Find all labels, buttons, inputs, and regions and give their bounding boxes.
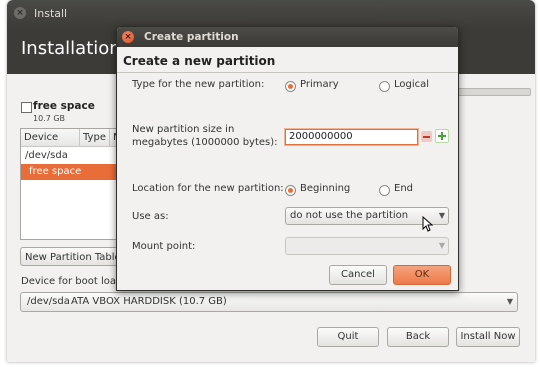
dialog-heading: Create a new partition [123, 54, 276, 68]
use-as-value: do not use the partition [290, 210, 409, 221]
column-header-type[interactable]: Type [80, 129, 110, 147]
new-partition-table-button[interactable]: New Partition Table [20, 247, 120, 266]
beginning-radio-label[interactable]: Beginning [300, 183, 350, 194]
disk-usage-bar [447, 88, 531, 96]
column-header-device[interactable]: Device [21, 129, 80, 147]
mount-point-select[interactable]: ▼ [285, 237, 449, 255]
cancel-button[interactable]: Cancel [329, 265, 387, 285]
end-radio-label[interactable]: End [394, 183, 413, 194]
primary-radio-label[interactable]: Primary [300, 79, 339, 90]
boot-device-name: ATA VBOX HARDDISK (10.7 GB) [71, 296, 227, 307]
free-space-label: free space [33, 100, 95, 112]
chevron-down-icon: ▼ [438, 211, 445, 220]
use-as-label: Use as: [132, 211, 169, 222]
back-button[interactable]: Back [387, 327, 449, 347]
dialog-title: Create partition [144, 31, 239, 43]
window-title: Install [34, 7, 68, 20]
end-radio[interactable] [379, 185, 390, 196]
free-space-size: 10.7 GB [33, 114, 66, 123]
partition-table: Device Type M /dev/sda free space [20, 128, 122, 240]
mount-point-label: Mount point: [132, 241, 196, 252]
boot-device-path: /dev/sda [27, 296, 70, 307]
size-label-line1: New partition size in [132, 124, 235, 135]
table-row[interactable]: /dev/sda [21, 148, 119, 164]
partition-size-input[interactable]: 2000000000 [285, 129, 418, 145]
boot-loader-label: Device for boot load [21, 276, 123, 287]
free-space-swatch [21, 102, 32, 113]
create-partition-dialog: × Create partition Create a new partitio… [116, 26, 459, 291]
divider [117, 72, 458, 73]
close-icon[interactable]: × [122, 31, 134, 43]
logical-radio-label[interactable]: Logical [394, 79, 429, 90]
size-label-line2: megabytes (1000000 bytes): [132, 137, 278, 148]
boot-device-select[interactable]: /dev/sda ATA VBOX HARDDISK (10.7 GB) ▼ [20, 292, 518, 312]
location-label: Location for the new partition: [132, 183, 284, 194]
quit-button[interactable]: Quit [317, 327, 379, 347]
primary-radio[interactable] [285, 81, 296, 92]
ok-button[interactable]: OK [393, 265, 451, 285]
plus-icon[interactable] [435, 129, 449, 143]
minus-icon[interactable] [421, 131, 432, 142]
dialog-titlebar: × Create partition [117, 27, 458, 47]
beginning-radio[interactable] [285, 185, 296, 196]
partition-type-label: Type for the new partition: [132, 79, 265, 90]
mouse-pointer-icon [422, 216, 434, 232]
install-now-button[interactable]: Install Now [456, 327, 520, 347]
chevron-down-icon: ▼ [506, 297, 513, 306]
chevron-down-icon: ▼ [438, 241, 445, 250]
table-row-selected[interactable]: free space [21, 164, 119, 180]
window-titlebar: × Install [7, 0, 535, 29]
window-close-icon[interactable]: × [14, 7, 26, 19]
page-heading: Installation [21, 38, 121, 59]
logical-radio[interactable] [379, 81, 390, 92]
